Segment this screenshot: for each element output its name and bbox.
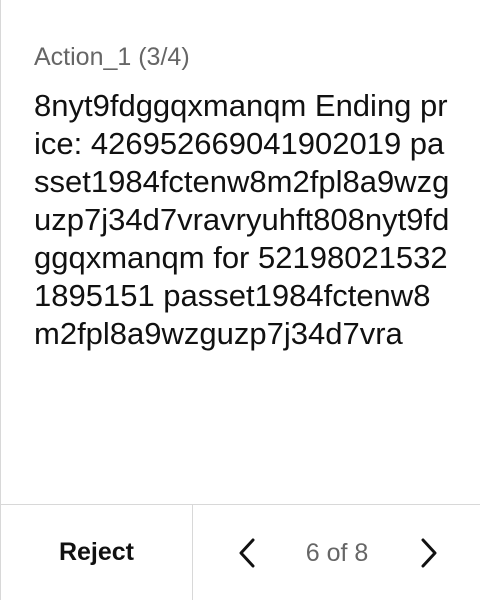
next-page-button[interactable] (411, 536, 445, 570)
action-content: Action_1 (3/4) 8nyt9fdggqxmanqm Ending p… (34, 42, 454, 353)
pagination-controls: 6 of 8 (193, 505, 480, 600)
action-review-panel: Action_1 (3/4) 8nyt9fdggqxmanqm Ending p… (0, 0, 480, 600)
chevron-right-icon (421, 538, 437, 568)
chevron-left-icon (239, 538, 255, 568)
action-title: Action_1 (3/4) (34, 43, 190, 71)
page-indicator: 6 of 8 (305, 539, 369, 567)
reject-button[interactable]: Reject (1, 505, 193, 600)
action-message: 8nyt9fdggqxmanqm Ending price: 426952669… (34, 88, 450, 351)
action-footer: Reject 6 of 8 (1, 504, 480, 600)
previous-page-button[interactable] (231, 536, 265, 570)
